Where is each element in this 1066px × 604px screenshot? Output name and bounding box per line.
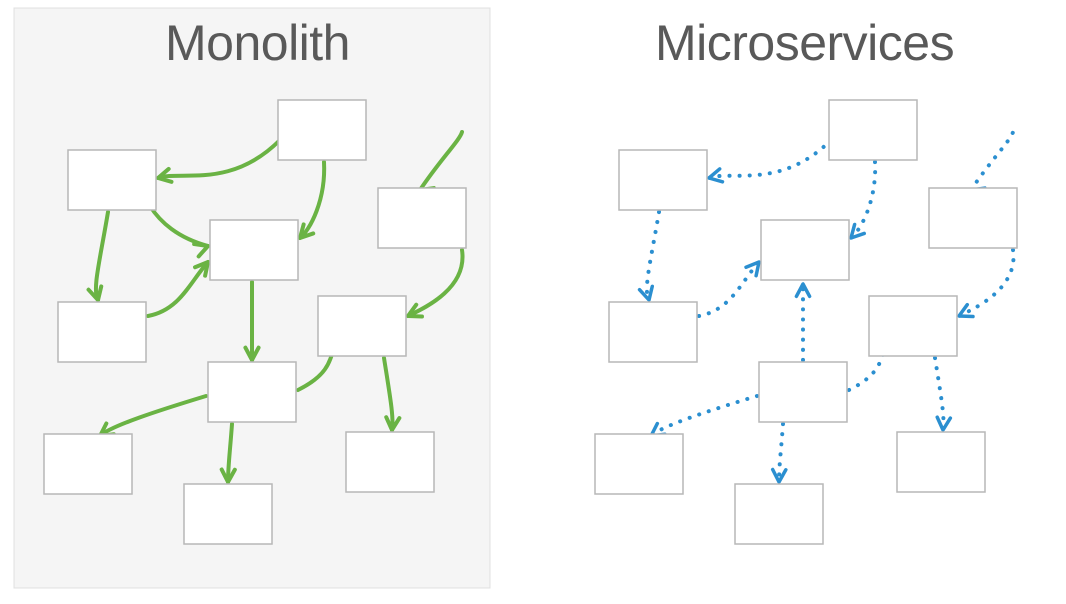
node-box [184,484,272,544]
node-box [897,432,985,492]
node-box [378,188,466,248]
node-box [829,100,917,160]
monolith-boxes [0,0,520,604]
node-box [68,150,156,210]
node-box [210,220,298,280]
node-box [58,302,146,362]
node-box [929,188,1017,248]
node-box [318,296,406,356]
node-box [619,150,707,210]
microservices-boxes [551,0,1066,604]
node-box [761,220,849,280]
node-box [44,434,132,494]
node-box [759,362,847,422]
node-box [208,362,296,422]
node-box [609,302,697,362]
node-box [735,484,823,544]
diagram-stage: Monolith Microservices [0,0,1066,604]
node-box [278,100,366,160]
node-box [595,434,683,494]
node-box [869,296,957,356]
node-box [346,432,434,492]
